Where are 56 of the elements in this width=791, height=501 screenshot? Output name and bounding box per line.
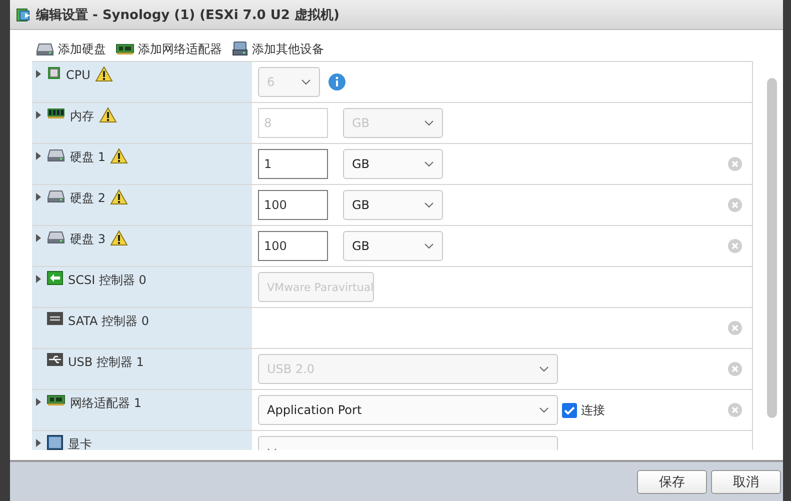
network-card-icon [116, 43, 134, 55]
dropdown[interactable]: GB [343, 149, 443, 179]
device-label: 内存 [70, 109, 94, 124]
chevron-down-icon [424, 243, 434, 249]
hard-drive-icon [47, 189, 65, 203]
toolbar-button[interactable]: 添加硬盘 [36, 37, 106, 61]
chip-icon [47, 66, 61, 80]
input-field[interactable]: 1 [258, 149, 328, 179]
monitor-icon [47, 435, 63, 450]
toolbar-button[interactable]: 添加其他设备 [232, 37, 324, 61]
connect-checkbox[interactable]: 连接 [562, 402, 605, 418]
dropdown[interactable]: GB [343, 190, 443, 220]
expand-arrow-icon[interactable] [36, 275, 42, 283]
device-icon [232, 41, 248, 57]
device-label: 网络适配器 1 [70, 396, 142, 411]
device-label: USB 控制器 1 [68, 355, 144, 370]
input-field[interactable]: 100 [258, 231, 328, 261]
chevron-down-icon [301, 79, 311, 85]
device-label: 显卡 [68, 437, 92, 450]
sata-icon [47, 312, 63, 325]
hard-drive-icon [47, 148, 65, 162]
vm-icon [16, 6, 32, 22]
chevron-down-icon [539, 407, 549, 413]
footer-button[interactable]: 保存 [637, 470, 707, 494]
expand-arrow-icon[interactable] [36, 439, 42, 447]
expand-arrow-icon[interactable] [36, 234, 42, 242]
info-icon[interactable] [328, 73, 346, 91]
input-field[interactable]: 100 [258, 190, 328, 220]
hard-drive-icon [36, 42, 54, 56]
controller-icon [47, 271, 63, 285]
device-label: SCSI 控制器 0 [68, 273, 146, 288]
chevron-down-icon [539, 366, 549, 372]
window-title: 编辑设置 - Synology (1) (ESXi 7.0 U2 虚拟机) [36, 6, 340, 24]
device-label: CPU [66, 68, 90, 83]
expand-arrow-icon[interactable] [36, 70, 42, 78]
scrollbar[interactable] [767, 78, 777, 418]
expand-arrow-icon[interactable] [36, 152, 42, 160]
dropdown[interactable]: GB [343, 231, 443, 261]
chevron-down-icon [424, 161, 434, 167]
expand-arrow-icon[interactable] [36, 193, 42, 201]
toolbar-button[interactable]: 添加网络适配器 [116, 37, 222, 61]
usb-icon [47, 353, 63, 366]
checkmark-icon [564, 406, 575, 414]
expand-arrow-icon[interactable] [36, 111, 42, 119]
dropdown[interactable]: Application Port [258, 395, 558, 425]
device-label: 硬盘 1 [70, 150, 106, 165]
expand-arrow-icon[interactable] [36, 398, 42, 406]
network-card-icon [47, 394, 65, 406]
device-label: 硬盘 3 [70, 232, 106, 247]
device-label: 硬盘 2 [70, 191, 106, 206]
chevron-down-icon [424, 120, 434, 126]
device-label: SATA 控制器 0 [68, 314, 149, 329]
footer-button[interactable]: 取消 [711, 470, 781, 494]
hard-drive-icon [47, 230, 65, 244]
memory-module-icon [47, 107, 65, 119]
chevron-down-icon [424, 202, 434, 208]
